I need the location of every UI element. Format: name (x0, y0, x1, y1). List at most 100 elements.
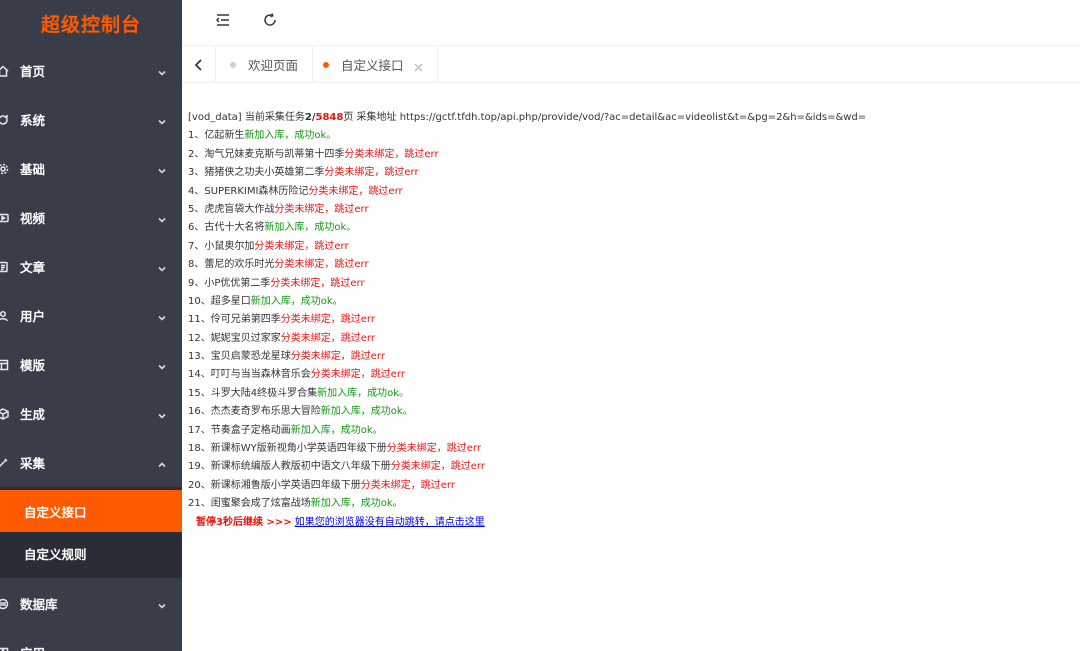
entry-result: 成功ok。 (314, 222, 357, 234)
entry-result: 跳过err (334, 259, 369, 271)
sidebar-item-label: 系统 (20, 113, 46, 128)
entry-index: 4、 (188, 185, 205, 197)
sidebar-item-user[interactable]: 用户 (0, 291, 182, 340)
sidebar-item-label: 文章 (20, 260, 46, 275)
entry-index: 16、 (188, 406, 211, 418)
log-header: [vod_data] 当前采集任务2/5848页 采集地址 https://gc… (188, 109, 1073, 127)
sidebar-item-label: 基础 (20, 162, 46, 177)
entry-title: 亿起新生 (204, 130, 245, 142)
log-entry: 5、虎虎盲袋大作战分类未绑定，跳过err (188, 201, 1073, 219)
entry-index: 8、 (188, 259, 205, 271)
sidebar-item-label: 首页 (20, 64, 46, 79)
entry-status: 新加入库， (244, 130, 295, 142)
sidebar-item-generate[interactable]: 生成 (0, 389, 182, 438)
entry-title: 超多星口 (210, 295, 251, 307)
entry-status: 新加入库， (320, 406, 371, 418)
entry-title: 猪猪侠之功夫小英雄第二季 (204, 167, 325, 179)
entry-title: 杰杰麦奇罗布乐思大冒险 (210, 406, 321, 418)
entry-status: 新加入库， (250, 295, 301, 307)
user-icon (0, 309, 10, 323)
redirect-link[interactable]: 如果您的浏览器没有自动跳转，请点击这里 (295, 517, 485, 528)
entry-status: 分类未绑定， (386, 443, 447, 455)
sidebar-item-label: 模版 (20, 358, 46, 373)
entry-index: 18、 (188, 443, 211, 455)
entry-index: 13、 (188, 351, 211, 363)
chevron-down-icon (157, 213, 167, 223)
app-logo[interactable]: 超级控制台 (0, 0, 182, 46)
sidebar-item-video[interactable]: 视频 (0, 193, 182, 242)
log-entry: 7、小鼠奥尔加分类未绑定，跳过err (188, 238, 1073, 256)
entry-title: 新课标统编版人教版初中语文八年级下册 (210, 461, 391, 473)
entry-title: 伶可兄弟第四季 (210, 314, 281, 326)
chevron-down-icon (157, 66, 167, 76)
chevron-down-icon (157, 262, 167, 272)
entry-status: 分类未绑定， (324, 167, 385, 179)
sidebar-item-database[interactable]: 数据库 (0, 579, 182, 628)
entry-result: 成功ok。 (360, 498, 403, 510)
document-icon (0, 260, 10, 274)
current-page: 2 (304, 112, 312, 123)
sidebar-item-app[interactable]: 应用 (0, 628, 182, 651)
chevron-down-icon (157, 360, 167, 370)
tab-status-dot (323, 61, 329, 68)
entry-title: 宝贝启蒙恐龙星球 (210, 351, 291, 363)
entry-index: 3、 (188, 167, 205, 179)
chevron-down-icon (157, 599, 167, 609)
entry-index: 21、 (188, 498, 211, 510)
tab-welcome[interactable]: 欢迎页面 (216, 46, 314, 83)
submenu-item-custom-interface[interactable]: 自定义接口 (0, 490, 182, 532)
log-entry: 2、淘气兄妹麦克斯与凯蒂第十四季分类未绑定，跳过err (188, 146, 1073, 164)
redirect-line: 暂停3秒后继续 >>> 如果您的浏览器没有自动跳转，请点击这里 (188, 514, 1073, 532)
entry-result: 跳过err (370, 369, 405, 381)
tab-scroll-left-button[interactable] (182, 46, 216, 83)
entry-result: 成功ok。 (367, 387, 410, 399)
tab-custom-interface[interactable]: 自定义接口 (309, 46, 438, 83)
log-entry: 14、叮叮与当当森林音乐会分类未绑定，跳过err (188, 366, 1073, 384)
refresh-icon[interactable] (262, 12, 278, 28)
submenu-item-custom-rules[interactable]: 自定义规则 (0, 532, 182, 574)
log-header-suffix: 页 采集地址 https://gctf.tfdh.top/api.php/pro… (343, 112, 867, 123)
entry-result: 跳过err (350, 351, 385, 363)
sidebar-item-collect[interactable]: 采集 (0, 438, 182, 487)
entry-status: 分类未绑定， (344, 148, 405, 160)
entry-index: 17、 (188, 424, 211, 436)
entry-status: 分类未绑定， (254, 240, 315, 252)
entry-index: 15、 (188, 387, 211, 399)
entry-status: 分类未绑定， (280, 314, 341, 326)
entry-index: 1、 (188, 130, 205, 142)
entry-status: 新加入库， (310, 498, 361, 510)
log-entry: 1、亿起新生新加入库，成功ok。 (188, 127, 1073, 145)
close-icon[interactable] (414, 60, 423, 72)
sidebar-item-basic[interactable]: 基础 (0, 144, 182, 193)
entry-result: 跳过err (450, 461, 485, 473)
menu-fold-icon[interactable] (215, 12, 231, 28)
entry-index: 7、 (188, 240, 205, 252)
tab-label: 自定义接口 (341, 58, 404, 73)
sidebar-item-article[interactable]: 文章 (0, 242, 182, 291)
entry-title: 虎虎盲袋大作战 (204, 203, 275, 215)
sidebar: 超级控制台 首页 系统 基础 视频 文章 用户 模版 生成 采集 自定义接口 自… (0, 0, 182, 651)
entry-title: 妮妮宝贝过家家 (210, 332, 281, 344)
tab-status-dot (230, 61, 236, 68)
entry-title: 闺蜜聚会成了炫富战场 (210, 498, 311, 510)
entry-title: SUPERKIMI森林历险记 (204, 185, 309, 197)
sidebar-item-home[interactable]: 首页 (0, 46, 182, 95)
tab-bar: 欢迎页面 自定义接口 (182, 46, 1080, 83)
settings-icon (0, 113, 10, 127)
video-icon (0, 211, 10, 225)
top-bar (182, 0, 1080, 46)
sidebar-item-label: 用户 (20, 309, 46, 324)
sidebar-item-label: 数据库 (20, 597, 58, 612)
sidebar-item-system[interactable]: 系统 (0, 95, 182, 144)
entry-result: 成功ok。 (370, 406, 413, 418)
entry-title: 新课标湘鲁版小学英语四年级下册 (210, 479, 361, 491)
entry-status: 新加入库， (264, 222, 315, 234)
entry-status: 分类未绑定， (390, 461, 451, 473)
log-entry: 21、闺蜜聚会成了炫富战场新加入库，成功ok。 (188, 495, 1073, 513)
log-entry: 6、古代十大名将新加入库，成功ok。 (188, 219, 1073, 237)
log-entry: 12、妮妮宝贝过家家分类未绑定，跳过err (188, 330, 1073, 348)
entry-status: 新加入库， (290, 424, 341, 436)
entry-index: 14、 (188, 369, 211, 381)
log-entry: 4、SUPERKIMI森林历险记分类未绑定，跳过err (188, 183, 1073, 201)
sidebar-item-template[interactable]: 模版 (0, 340, 182, 389)
